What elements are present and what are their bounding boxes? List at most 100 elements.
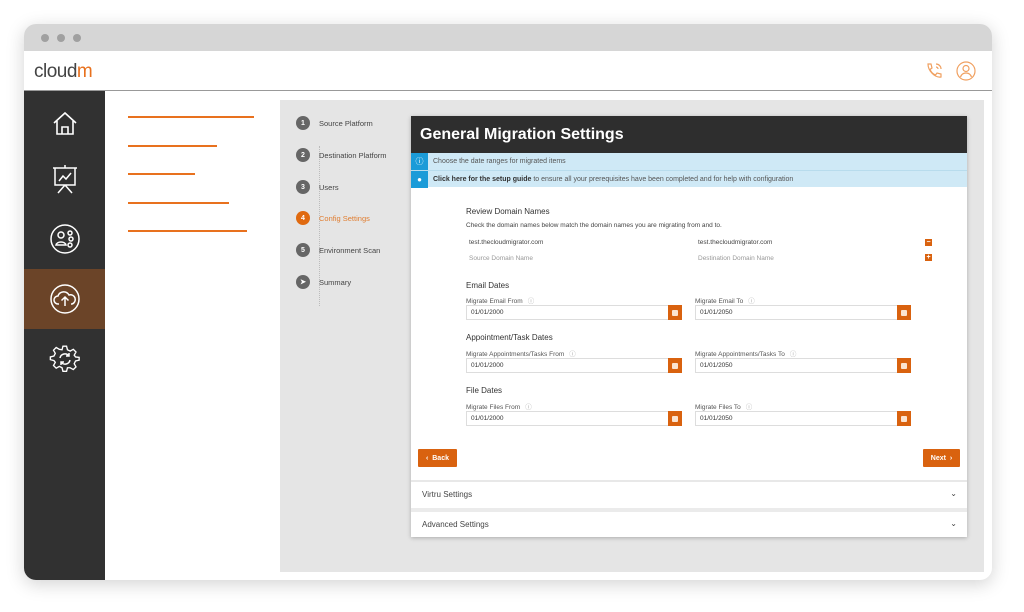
appointments-from-input[interactable]: 01/01/2000 xyxy=(466,358,682,373)
calendar-icon[interactable] xyxy=(668,411,682,426)
destination-domain-input[interactable]: Destination Domain Name xyxy=(698,255,774,262)
input-value: 01/01/2050 xyxy=(700,309,733,316)
step-source-platform[interactable]: 1 Source Platform xyxy=(296,116,373,130)
app-header: cloudm xyxy=(24,51,992,91)
sidebar-item-home[interactable] xyxy=(24,93,105,153)
field-label: Migrate Appointments/Tasks From ⓘ xyxy=(466,348,576,358)
calendar-icon[interactable] xyxy=(897,358,911,373)
info-icon[interactable]: ⓘ xyxy=(528,298,535,305)
step-users[interactable]: 3 Users xyxy=(296,180,339,194)
setup-guide-banner: ● Click here for the setup guide to ensur… xyxy=(411,170,967,188)
section-title: File Dates xyxy=(466,386,503,395)
button-label: Back xyxy=(432,454,449,462)
field-label: Migrate Files To ⓘ xyxy=(695,401,752,411)
window-dot xyxy=(73,34,81,42)
add-domain-icon[interactable]: + xyxy=(925,254,932,261)
label-text: Migrate Appointments/Tasks From xyxy=(466,351,565,358)
info-icon[interactable]: ⓘ xyxy=(790,351,797,358)
email-from-input[interactable]: 01/01/2000 xyxy=(466,305,682,320)
step-number: 1 xyxy=(296,116,310,130)
title-bar xyxy=(24,24,992,51)
files-to-input[interactable]: 01/01/2050 xyxy=(695,411,911,426)
main-content: 1 Source Platform 2 Destination Platform 3… xyxy=(280,100,984,572)
email-to-input[interactable]: 01/01/2050 xyxy=(695,305,911,320)
calendar-icon[interactable] xyxy=(897,305,911,320)
secondary-panel xyxy=(105,91,280,580)
cloud-upload-icon xyxy=(49,284,80,314)
window-dot xyxy=(57,34,65,42)
label-text: Migrate Email To xyxy=(695,298,744,305)
input-value: 01/01/2000 xyxy=(471,309,504,316)
info-banner: ⓘ Choose the date ranges for migrated ite… xyxy=(411,153,967,170)
virtru-settings-accordion[interactable]: Virtru Settings ⌄ xyxy=(411,480,967,507)
label-text: Migrate Appointments/Tasks To xyxy=(695,351,785,358)
settings-card: General Migration Settings ⓘ Choose the d… xyxy=(411,116,967,537)
destination-domain-field[interactable]: test.thecloudmigrator.com xyxy=(698,239,772,246)
chevron-down-icon: ⌄ xyxy=(950,489,957,498)
info-icon[interactable]: ⓘ xyxy=(525,404,532,411)
info-icon[interactable]: ⓘ xyxy=(748,298,755,305)
globe-icon: ● xyxy=(411,170,428,188)
phone-icon[interactable] xyxy=(924,61,944,81)
source-domain-input[interactable]: Source Domain Name xyxy=(469,255,533,262)
menu-placeholder-line xyxy=(128,202,229,204)
section-title: Email Dates xyxy=(466,281,510,290)
step-label: Users xyxy=(319,182,339,192)
menu-placeholder-line xyxy=(128,230,247,232)
calendar-icon[interactable] xyxy=(668,358,682,373)
label-text: Migrate Files From xyxy=(466,404,521,411)
step-environment-scan[interactable]: 5 Environment Scan xyxy=(296,243,380,257)
paper-plane-icon: ➤ xyxy=(296,275,310,289)
input-value: 01/01/2000 xyxy=(471,415,504,422)
logo-text-accent: m xyxy=(76,61,93,82)
sidebar-item-migrate[interactable] xyxy=(24,269,105,329)
chevron-down-icon: ⌄ xyxy=(950,519,957,528)
menu-placeholder-line xyxy=(128,145,217,147)
label-text: Migrate Email From xyxy=(466,298,523,305)
sidebar-item-settings[interactable] xyxy=(24,329,105,389)
step-summary[interactable]: ➤ Summary xyxy=(296,275,351,289)
users-icon xyxy=(49,224,80,254)
files-from-input[interactable]: 01/01/2000 xyxy=(466,411,682,426)
cloudm-logo[interactable]: cloudm xyxy=(34,61,93,83)
step-destination-platform[interactable]: 2 Destination Platform xyxy=(296,148,387,162)
presentation-icon xyxy=(52,165,77,194)
menu-placeholder-line xyxy=(128,116,254,118)
source-domain-field[interactable]: test.thecloudmigrator.com xyxy=(469,239,543,246)
remove-domain-icon[interactable]: − xyxy=(925,239,932,246)
accordion-title: Advanced Settings xyxy=(422,520,489,529)
sidebar-item-reports[interactable] xyxy=(24,149,105,209)
home-icon xyxy=(52,111,77,135)
advanced-settings-accordion[interactable]: Advanced Settings ⌄ xyxy=(411,508,967,535)
step-label: Source Platform xyxy=(319,118,373,128)
calendar-icon[interactable] xyxy=(897,411,911,426)
window-dot xyxy=(41,34,49,42)
step-label: Environment Scan xyxy=(319,245,381,255)
calendar-icon[interactable] xyxy=(668,305,682,320)
section-title: Appointment/Task Dates xyxy=(466,333,553,342)
info-icon[interactable]: ⓘ xyxy=(569,351,576,358)
setup-guide-link[interactable]: Click here for the setup guide xyxy=(433,176,531,183)
step-config-settings[interactable]: 4 Config Settings xyxy=(296,211,370,225)
step-label: Summary xyxy=(319,277,352,287)
step-number: 3 xyxy=(296,180,310,194)
next-button[interactable]: Next › xyxy=(923,449,960,467)
menu-placeholder-line xyxy=(128,173,195,175)
info-icon[interactable]: ⓘ xyxy=(746,404,753,411)
chevron-right-icon: › xyxy=(945,454,953,462)
input-value: 01/01/2050 xyxy=(700,415,733,422)
field-label: Migrate Files From ⓘ xyxy=(466,401,532,411)
step-number: 2 xyxy=(296,148,310,162)
section-title: Review Domain Names xyxy=(466,207,550,216)
info-text: to ensure all your prerequisites have be… xyxy=(531,175,794,183)
appointments-to-input[interactable]: 01/01/2050 xyxy=(695,358,911,373)
back-button[interactable]: ‹ Back xyxy=(418,449,457,467)
field-label: Migrate Email From ⓘ xyxy=(466,295,534,305)
gear-sync-icon xyxy=(49,345,80,373)
user-circle-icon[interactable] xyxy=(956,61,976,81)
sidebar-item-users[interactable] xyxy=(24,209,105,269)
label-text: Migrate Files To xyxy=(695,404,741,411)
accordion-title: Virtru Settings xyxy=(422,490,473,499)
info-icon: ⓘ xyxy=(411,153,428,170)
sidebar xyxy=(24,91,105,580)
